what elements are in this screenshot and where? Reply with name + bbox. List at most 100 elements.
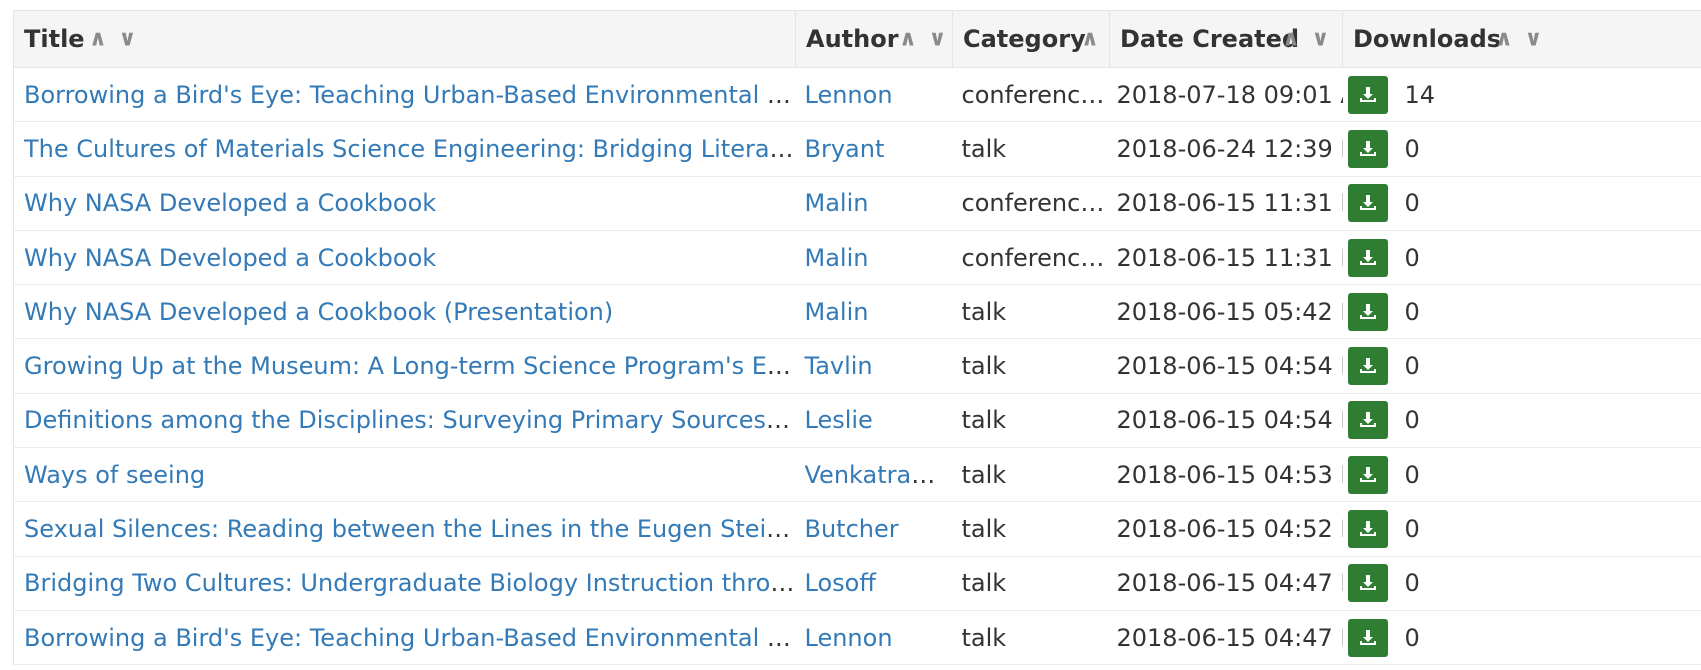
title-link[interactable]: Bridging Two Cultures: Undergraduate Bio… — [24, 569, 796, 597]
files-table: Title ∧ ∨ Author ∧ ∨ Category ∧ Date Cre… — [13, 10, 1701, 666]
download-button[interactable] — [1347, 129, 1388, 168]
download-button[interactable] — [1347, 510, 1388, 549]
column-header-label: Title — [24, 25, 85, 53]
title-link[interactable]: Borrowing a Bird's Eye: Teaching Urban-B… — [24, 81, 796, 109]
title-link[interactable]: Ways of seeing — [24, 461, 205, 489]
author-link[interactable]: Malin — [805, 244, 869, 272]
title-link[interactable]: The Cultures of Materials Science Engine… — [24, 135, 796, 163]
column-header-label: Author — [806, 25, 899, 53]
author-link[interactable]: Lennon — [805, 81, 893, 109]
column-header-category[interactable]: Category ∧ — [952, 10, 1110, 68]
author-link[interactable]: Bryant — [805, 135, 885, 163]
download-button[interactable] — [1347, 347, 1388, 386]
author-link[interactable]: Venkatram… — [805, 461, 953, 489]
sort-arrows-icon[interactable]: ∧ ∨ — [1495, 27, 1544, 52]
date-created-cell: 2018-07-18 09:01 AM — [1109, 67, 1343, 123]
title-cell: Why NASA Developed a Cookbook (Presentat… — [13, 284, 796, 340]
category-cell: conference… — [952, 67, 1110, 123]
downloads-cell: 0 — [1342, 447, 1701, 503]
download-count: 0 — [1404, 460, 1420, 489]
author-cell: Butcher — [795, 501, 953, 557]
sort-arrows-icon[interactable]: ∧ ∨ — [1282, 27, 1331, 52]
download-count: 0 — [1404, 569, 1420, 598]
author-cell: Malin — [795, 176, 953, 231]
downloads-cell: 0 — [1342, 393, 1701, 449]
downloads-cell: 0 — [1342, 556, 1701, 611]
downloads-cell: 0 — [1342, 284, 1701, 340]
author-link[interactable]: Lennon — [805, 624, 893, 652]
download-button[interactable] — [1347, 184, 1388, 223]
title-cell: Ways of seeing — [13, 447, 796, 503]
table-row: The Cultures of Materials Science Engine… — [13, 121, 1701, 177]
table-body: Borrowing a Bird's Eye: Teaching Urban-B… — [13, 67, 1701, 666]
download-count: 0 — [1404, 623, 1420, 652]
title-cell: Borrowing a Bird's Eye: Teaching Urban-B… — [13, 610, 796, 666]
date-created-cell: 2018-06-15 04:53 PM — [1109, 447, 1343, 503]
download-button[interactable] — [1347, 292, 1388, 331]
download-count: 0 — [1404, 406, 1420, 435]
author-cell: Malin — [795, 284, 953, 340]
download-button[interactable] — [1347, 75, 1388, 114]
download-icon — [1359, 629, 1376, 645]
title-cell: Definitions among the Disciplines: Surve… — [13, 393, 796, 449]
download-count: 0 — [1404, 515, 1420, 544]
sort-arrows-icon[interactable]: ∧ — [1081, 27, 1101, 52]
author-link[interactable]: Leslie — [805, 406, 873, 434]
title-link[interactable]: Sexual Silences: Reading between the Lin… — [24, 515, 796, 543]
title-cell: Growing Up at the Museum: A Long-term Sc… — [13, 338, 796, 394]
title-cell: Borrowing a Bird's Eye: Teaching Urban-B… — [13, 67, 796, 123]
date-created-cell: 2018-06-15 11:31 PM — [1109, 230, 1343, 286]
sort-arrows-icon[interactable]: ∧ ∨ — [899, 27, 948, 52]
download-count: 0 — [1404, 189, 1420, 218]
title-cell: Why NASA Developed a Cookbook — [13, 176, 796, 231]
column-header-title[interactable]: Title ∧ ∨ — [13, 10, 796, 68]
downloads-cell: 0 — [1342, 176, 1701, 231]
title-cell: Bridging Two Cultures: Undergraduate Bio… — [13, 556, 796, 611]
author-link[interactable]: Malin — [805, 298, 869, 326]
download-icon — [1359, 249, 1376, 265]
table-row: Growing Up at the Museum: A Long-term Sc… — [13, 338, 1701, 394]
date-created-cell: 2018-06-15 04:47 PM — [1109, 556, 1343, 611]
author-link[interactable]: Butcher — [805, 515, 899, 543]
author-link[interactable]: Malin — [805, 189, 869, 217]
downloads-cell: 0 — [1342, 230, 1701, 286]
download-icon — [1359, 521, 1376, 537]
download-count: 0 — [1404, 352, 1420, 381]
column-header-date-created[interactable]: Date Created ∧ ∨ — [1109, 10, 1343, 68]
table-row: Sexual Silences: Reading between the Lin… — [13, 501, 1701, 557]
download-button[interactable] — [1347, 618, 1388, 657]
column-header-downloads[interactable]: Downloads ∧ ∨ — [1342, 10, 1701, 68]
download-icon — [1359, 466, 1376, 482]
download-button[interactable] — [1347, 455, 1388, 494]
title-link[interactable]: Why NASA Developed a Cookbook — [24, 244, 436, 272]
title-link[interactable]: Definitions among the Disciplines: Surve… — [24, 406, 796, 434]
table-row: Borrowing a Bird's Eye: Teaching Urban-B… — [13, 610, 1701, 666]
category-cell: talk — [952, 284, 1110, 340]
sort-arrows-icon[interactable]: ∧ ∨ — [89, 27, 138, 52]
column-header-author[interactable]: Author ∧ ∨ — [795, 10, 953, 68]
date-created-cell: 2018-06-15 04:54 PM — [1109, 393, 1343, 449]
column-header-label: Date Created — [1120, 25, 1300, 53]
category-cell: talk — [952, 447, 1110, 503]
table-row: Borrowing a Bird's Eye: Teaching Urban-B… — [13, 67, 1701, 123]
table-header-row: Title ∧ ∨ Author ∧ ∨ Category ∧ Date Cre… — [13, 10, 1701, 68]
category-cell: talk — [952, 610, 1110, 666]
downloads-cell: 0 — [1342, 501, 1701, 557]
download-button[interactable] — [1347, 564, 1388, 603]
title-link[interactable]: Growing Up at the Museum: A Long-term Sc… — [24, 352, 796, 380]
author-cell: Malin — [795, 230, 953, 286]
author-link[interactable]: Tavlin — [805, 352, 873, 380]
download-icon — [1359, 86, 1376, 102]
title-link[interactable]: Why NASA Developed a Cookbook (Presentat… — [24, 298, 613, 326]
download-button[interactable] — [1347, 401, 1388, 440]
date-created-cell: 2018-06-15 04:52 PM — [1109, 501, 1343, 557]
table-row: Definitions among the Disciplines: Surve… — [13, 393, 1701, 449]
date-created-cell: 2018-06-24 12:39 PM — [1109, 121, 1343, 177]
download-count: 0 — [1404, 243, 1420, 272]
date-created-cell: 2018-06-15 05:42 PM — [1109, 284, 1343, 340]
download-count: 0 — [1404, 297, 1420, 326]
title-link[interactable]: Borrowing a Bird's Eye: Teaching Urban-B… — [24, 624, 796, 652]
author-link[interactable]: Losoff — [805, 569, 876, 597]
download-button[interactable] — [1347, 238, 1388, 277]
title-link[interactable]: Why NASA Developed a Cookbook — [24, 189, 436, 217]
